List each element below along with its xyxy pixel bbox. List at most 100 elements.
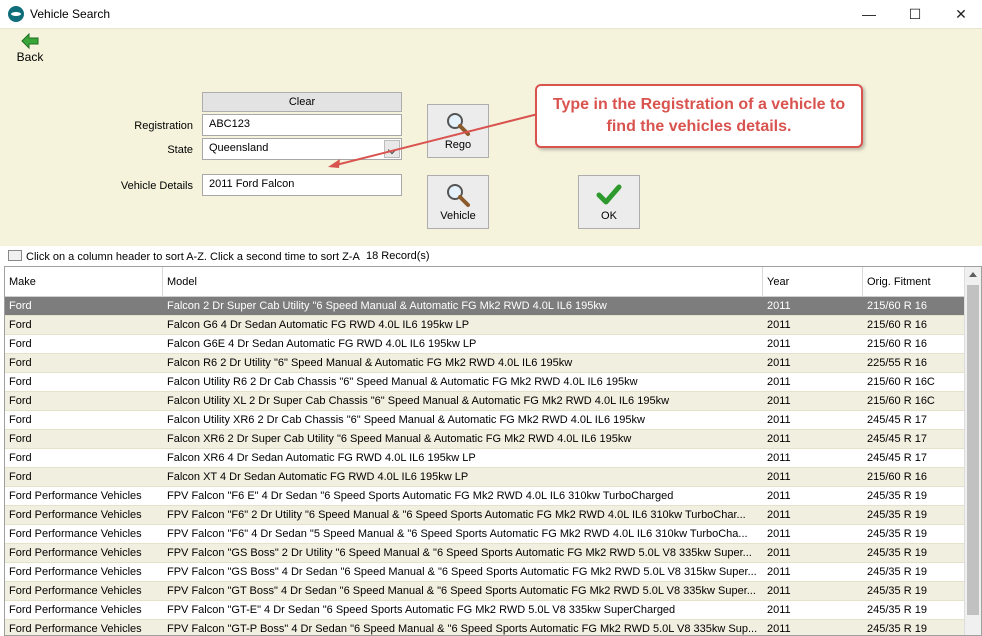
cell-fitment: 215/60 R 16 bbox=[867, 319, 927, 331]
scrollbar-thumb[interactable] bbox=[967, 285, 979, 615]
table-row[interactable]: Ford Falcon Utility XL 2 Dr Super Cab Cha… bbox=[5, 392, 965, 411]
cell-make: Ford bbox=[9, 300, 32, 312]
column-header-year[interactable]: Year bbox=[763, 267, 863, 297]
back-button[interactable]: Back bbox=[12, 33, 48, 67]
grid-rows: Ford Falcon 2 Dr Super Cab Utility "6 Spe… bbox=[5, 297, 965, 635]
cell-year: 2011 bbox=[767, 376, 791, 388]
cell-make: Ford bbox=[9, 338, 32, 350]
column-header-model[interactable]: Model bbox=[163, 267, 763, 297]
cell-fitment: 245/35 R 19 bbox=[867, 490, 927, 502]
cell-fitment: 245/45 R 17 bbox=[867, 452, 927, 464]
cell-make: Ford bbox=[9, 452, 32, 464]
table-row[interactable]: Ford Performance Vehicles FPV Falcon "GT … bbox=[5, 582, 965, 601]
table-row[interactable]: Ford Falcon XR6 2 Dr Super Cab Utility "6… bbox=[5, 430, 965, 449]
cell-year: 2011 bbox=[767, 395, 791, 407]
cell-model: Falcon XT 4 Dr Sedan Automatic FG RWD 4.… bbox=[167, 471, 469, 483]
back-label: Back bbox=[16, 50, 44, 64]
cell-fitment: 225/55 R 16 bbox=[867, 357, 927, 369]
sort-hint: Click on a column header to sort A-Z. Cl… bbox=[8, 250, 360, 263]
sort-hint-text: Click on a column header to sort A-Z. Cl… bbox=[26, 251, 360, 263]
cell-make: Ford bbox=[9, 376, 32, 388]
cell-year: 2011 bbox=[767, 623, 791, 635]
cell-model: Falcon 2 Dr Super Cab Utility "6 Speed M… bbox=[167, 300, 607, 312]
cell-fitment: 245/35 R 19 bbox=[867, 585, 927, 597]
maximize-button[interactable]: ☐ bbox=[892, 0, 938, 28]
column-header-make[interactable]: Make bbox=[5, 267, 163, 297]
cell-fitment: 215/60 R 16C bbox=[867, 395, 935, 407]
table-row[interactable]: Ford Falcon XR6 4 Dr Sedan Automatic FG R… bbox=[5, 449, 965, 468]
cell-year: 2011 bbox=[767, 338, 791, 350]
cell-fitment: 245/45 R 17 bbox=[867, 433, 927, 445]
table-row[interactable]: Ford Falcon G6 4 Dr Sedan Automatic FG RW… bbox=[5, 316, 965, 335]
cell-model: FPV Falcon "F6" 4 Dr Sedan "5 Speed Manu… bbox=[167, 528, 748, 540]
close-button[interactable]: ✕ bbox=[938, 0, 982, 28]
cell-model: FPV Falcon "GS Boss" 2 Dr Utility "6 Spe… bbox=[167, 547, 752, 559]
table-row[interactable]: Ford Performance Vehicles FPV Falcon "GS … bbox=[5, 544, 965, 563]
help-callout: Type in the Registration of a vehicle to… bbox=[535, 84, 863, 148]
state-label: State bbox=[167, 144, 193, 156]
cell-make: Ford bbox=[9, 414, 32, 426]
table-row[interactable]: Ford Performance Vehicles FPV Falcon "GS … bbox=[5, 563, 965, 582]
ok-button-label: OK bbox=[601, 210, 617, 222]
registration-label: Registration bbox=[134, 120, 193, 132]
cell-model: FPV Falcon "F6 E" 4 Dr Sedan "6 Speed Sp… bbox=[167, 490, 674, 502]
cell-fitment: 245/35 R 19 bbox=[867, 604, 927, 616]
table-row[interactable]: Ford Performance Vehicles FPV Falcon "F6"… bbox=[5, 506, 965, 525]
cell-year: 2011 bbox=[767, 509, 791, 521]
table-row[interactable]: Ford Falcon XT 4 Dr Sedan Automatic FG RW… bbox=[5, 468, 965, 487]
cell-year: 2011 bbox=[767, 433, 791, 445]
cell-fitment: 215/60 R 16 bbox=[867, 471, 927, 483]
cell-model: Falcon G6E 4 Dr Sedan Automatic FG RWD 4… bbox=[167, 338, 477, 350]
table-row[interactable]: Ford Performance Vehicles FPV Falcon "GT-… bbox=[5, 601, 965, 620]
cell-model: FPV Falcon "GT Boss" 4 Dr Sedan "6 Speed… bbox=[167, 585, 756, 597]
cell-model: FPV Falcon "GT-E" 4 Dr Sedan "6 Speed Sp… bbox=[167, 604, 676, 616]
toolbar: Back bbox=[0, 28, 982, 68]
table-row[interactable]: Ford Falcon 2 Dr Super Cab Utility "6 Spe… bbox=[5, 297, 965, 316]
table-row[interactable]: Ford Falcon Utility R6 2 Dr Cab Chassis "… bbox=[5, 373, 965, 392]
cell-year: 2011 bbox=[767, 490, 791, 502]
cell-fitment: 245/35 R 19 bbox=[867, 547, 927, 559]
cell-make: Ford Performance Vehicles bbox=[9, 490, 142, 502]
table-row[interactable]: Ford Falcon Utility XR6 2 Dr Cab Chassis … bbox=[5, 411, 965, 430]
cell-year: 2011 bbox=[767, 319, 791, 331]
vehicle-search-button[interactable]: Vehicle bbox=[427, 175, 489, 229]
cell-fitment: 215/60 R 16 bbox=[867, 300, 927, 312]
scroll-up-icon[interactable] bbox=[969, 272, 977, 277]
cell-year: 2011 bbox=[767, 414, 791, 426]
cell-model: Falcon Utility R6 2 Dr Cab Chassis "6" S… bbox=[167, 376, 638, 388]
cell-year: 2011 bbox=[767, 357, 791, 369]
cell-year: 2011 bbox=[767, 528, 791, 540]
cell-make: Ford bbox=[9, 395, 32, 407]
cell-model: Falcon R6 2 Dr Utility "6" Speed Manual … bbox=[167, 357, 573, 369]
cell-fitment: 245/45 R 17 bbox=[867, 414, 927, 426]
cell-model: FPV Falcon "F6" 2 Dr Utility "6 Speed Ma… bbox=[167, 509, 746, 521]
ok-button[interactable]: OK bbox=[578, 175, 640, 229]
table-row[interactable]: Ford Performance Vehicles FPV Falcon "GT-… bbox=[5, 620, 965, 635]
cell-year: 2011 bbox=[767, 452, 791, 464]
cell-year: 2011 bbox=[767, 300, 791, 312]
back-arrow-icon bbox=[21, 33, 39, 49]
vehicle-details-input[interactable]: 2011 Ford Falcon bbox=[202, 174, 402, 196]
cell-make: Ford Performance Vehicles bbox=[9, 509, 142, 521]
cell-fitment: 245/35 R 19 bbox=[867, 509, 927, 521]
callout-arrow bbox=[328, 113, 539, 168]
cell-year: 2011 bbox=[767, 566, 791, 578]
vertical-scrollbar[interactable] bbox=[964, 267, 981, 635]
table-row[interactable]: Ford Falcon G6E 4 Dr Sedan Automatic FG R… bbox=[5, 335, 965, 354]
table-row[interactable]: Ford Performance Vehicles FPV Falcon "F6"… bbox=[5, 525, 965, 544]
clear-button[interactable]: Clear bbox=[202, 92, 402, 112]
cell-make: Ford bbox=[9, 319, 32, 331]
state-value: Queensland bbox=[209, 142, 269, 154]
cell-year: 2011 bbox=[767, 547, 791, 559]
cell-make: Ford bbox=[9, 471, 32, 483]
cell-model: Falcon G6 4 Dr Sedan Automatic FG RWD 4.… bbox=[167, 319, 470, 331]
cell-fitment: 215/60 R 16C bbox=[867, 376, 935, 388]
cell-fitment: 245/35 R 19 bbox=[867, 528, 927, 540]
cell-model: Falcon XR6 2 Dr Super Cab Utility "6 Spe… bbox=[167, 433, 632, 445]
cell-fitment: 245/35 R 19 bbox=[867, 566, 927, 578]
column-header-fitment[interactable]: Orig. Fitment bbox=[863, 267, 965, 297]
window-title: Vehicle Search bbox=[30, 7, 111, 21]
table-row[interactable]: Ford Falcon R6 2 Dr Utility "6" Speed Man… bbox=[5, 354, 965, 373]
table-row[interactable]: Ford Performance Vehicles FPV Falcon "F6 … bbox=[5, 487, 965, 506]
minimize-button[interactable]: — bbox=[846, 0, 892, 28]
